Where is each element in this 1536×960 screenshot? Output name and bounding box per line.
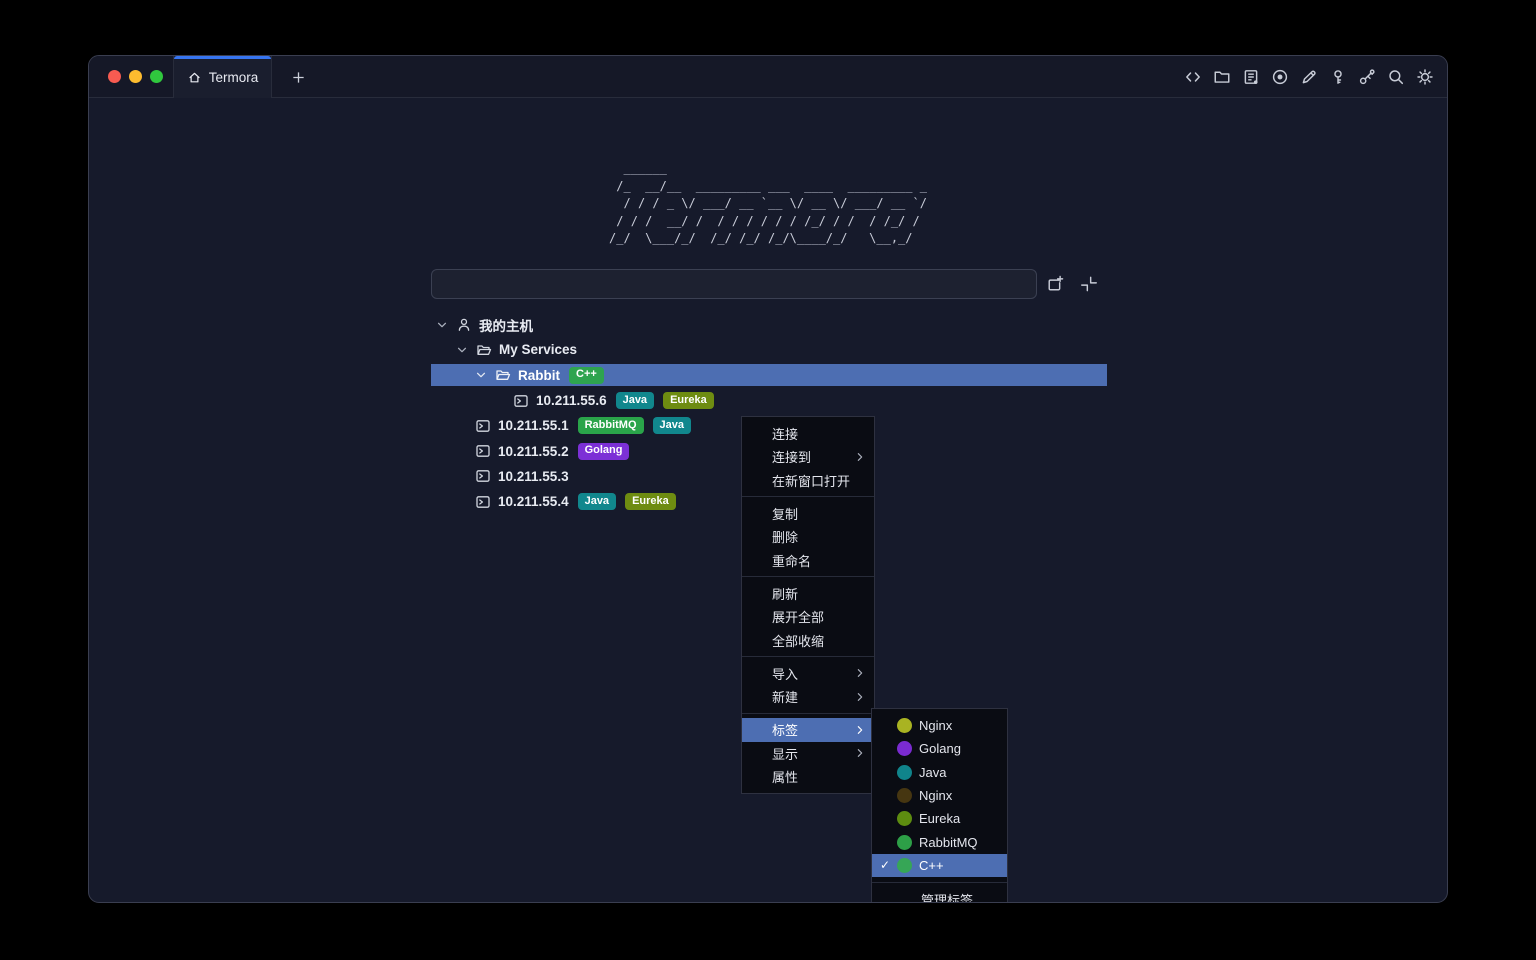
menu-item-tags[interactable]: 标签: [742, 718, 874, 741]
collapse-layout-icon[interactable]: [1078, 273, 1100, 295]
log-icon[interactable]: [1242, 68, 1260, 86]
terminal-icon: [474, 468, 491, 485]
tag-color-dot: [897, 811, 912, 826]
tab-label: Termora: [209, 70, 259, 85]
tree-item-label: 10.211.55.1: [498, 418, 569, 433]
tags-submenu: Nginx Golang Java Nginx Eureka Rabb: [871, 708, 1008, 903]
menu-separator: [742, 576, 874, 577]
tag-badge: Eureka: [625, 493, 676, 510]
keychain-icon[interactable]: [1358, 68, 1376, 86]
terminal-icon: [512, 392, 529, 409]
chevron-down-icon[interactable]: [435, 318, 449, 332]
menu-item-display[interactable]: 显示: [742, 742, 874, 765]
user-icon: [455, 316, 472, 333]
menu-item-connect[interactable]: 连接: [742, 422, 874, 445]
folder-icon[interactable]: [1213, 68, 1231, 86]
record-icon[interactable]: [1271, 68, 1289, 86]
chevron-right-icon: [855, 452, 865, 462]
tree-item-my-services[interactable]: My Services: [89, 337, 1447, 362]
edit-icon[interactable]: [1300, 68, 1318, 86]
tree-item-label: My Services: [499, 342, 577, 357]
tag-color-dot: [897, 741, 912, 756]
tag-badge: Java: [578, 493, 616, 510]
tag-color-dot: [897, 765, 912, 780]
menu-item-new[interactable]: 新建: [742, 685, 874, 708]
settings-icon[interactable]: [1416, 68, 1434, 86]
menu-item-manage-tags[interactable]: 管理标签: [872, 887, 1007, 903]
tag-badge: C++: [569, 367, 604, 384]
toolbar: [1184, 56, 1434, 98]
menu-item-import[interactable]: 导入: [742, 662, 874, 685]
menu-item-copy[interactable]: 复制: [742, 502, 874, 525]
tree-item-label: 10.211.55.3: [498, 469, 569, 484]
ascii-logo: ______ /_ __/__ _________ ___ ____ _____…: [609, 160, 927, 248]
close-window-button[interactable]: [108, 70, 121, 83]
tag-option-java[interactable]: Java: [872, 761, 1007, 784]
menu-item-delete[interactable]: 删除: [742, 525, 874, 548]
tree-item-host-10-211-55-6[interactable]: 10.211.55.6 Java Eureka: [89, 388, 1447, 413]
tree-item-label: Rabbit: [518, 368, 560, 383]
home-icon: [187, 70, 202, 85]
active-tab-accent: [174, 56, 271, 59]
termora-window: Termora: [88, 55, 1448, 903]
open-folder-icon: [494, 367, 511, 384]
chevron-right-icon: [855, 692, 865, 702]
tag-badge: Golang: [578, 443, 630, 460]
code-icon[interactable]: [1184, 68, 1202, 86]
tag-option-rabbitmq[interactable]: RabbitMQ: [872, 830, 1007, 853]
add-host-icon[interactable]: [1044, 273, 1066, 295]
tag-color-dot: [897, 835, 912, 850]
tag-option-eureka[interactable]: Eureka: [872, 807, 1007, 830]
host-filter-input[interactable]: [431, 269, 1037, 299]
new-tab-button[interactable]: [286, 65, 310, 89]
tag-color-dot: [897, 718, 912, 733]
tag-badge: Java: [616, 392, 654, 409]
tag-badge: Eureka: [663, 392, 714, 409]
menu-separator: [742, 496, 874, 497]
menu-item-open-in-new-window[interactable]: 在新窗口打开: [742, 469, 874, 492]
main-content: ______ /_ __/__ _________ ___ ____ _____…: [89, 98, 1447, 902]
tag-option-nginx-1[interactable]: Nginx: [872, 714, 1007, 737]
open-folder-icon: [475, 341, 492, 358]
tree-item-label: 我的主机: [479, 315, 533, 335]
tab-bar: Termora: [89, 56, 1447, 98]
tree-item-label: 10.211.55.2: [498, 444, 569, 459]
tag-badge: RabbitMQ: [578, 417, 644, 434]
chevron-right-icon: [855, 748, 865, 758]
menu-separator: [742, 656, 874, 657]
tree-item-rabbit[interactable]: Rabbit C++: [89, 363, 1447, 388]
menu-separator: [742, 713, 874, 714]
check-icon: ✓: [880, 858, 897, 872]
traffic-lights: [108, 70, 163, 83]
menu-item-connect-to[interactable]: 连接到: [742, 445, 874, 468]
key-icon[interactable]: [1329, 68, 1347, 86]
terminal-icon: [474, 417, 491, 434]
chevron-right-icon: [855, 725, 865, 735]
chevron-down-icon[interactable]: [455, 343, 469, 357]
zoom-window-button[interactable]: [150, 70, 163, 83]
terminal-icon: [474, 443, 491, 460]
context-menu: 连接 连接到 在新窗口打开 复制 删除 重命名 刷新 展开全部 全部收缩 导入 …: [741, 416, 875, 794]
tag-option-cpp[interactable]: ✓ C++: [872, 854, 1007, 877]
menu-separator: [872, 882, 1007, 883]
tree-item-label: 10.211.55.4: [498, 494, 569, 509]
chevron-down-icon[interactable]: [474, 368, 488, 382]
minimize-window-button[interactable]: [129, 70, 142, 83]
menu-item-expand-all[interactable]: 展开全部: [742, 605, 874, 628]
menu-item-properties[interactable]: 属性: [742, 765, 874, 788]
menu-item-collapse-all[interactable]: 全部收缩: [742, 628, 874, 651]
search-icon[interactable]: [1387, 68, 1405, 86]
tag-option-nginx-2[interactable]: Nginx: [872, 784, 1007, 807]
tag-badge: Java: [653, 417, 691, 434]
tree-item-label: 10.211.55.6: [536, 393, 607, 408]
tree-item-my-hosts[interactable]: 我的主机: [89, 312, 1447, 337]
menu-item-rename[interactable]: 重命名: [742, 548, 874, 571]
terminal-icon: [474, 493, 491, 510]
tag-color-dot: [897, 788, 912, 803]
tab-termora[interactable]: Termora: [173, 56, 272, 98]
tag-color-dot: [897, 858, 912, 873]
menu-item-refresh[interactable]: 刷新: [742, 582, 874, 605]
chevron-right-icon: [855, 668, 865, 678]
tag-option-golang[interactable]: Golang: [872, 737, 1007, 760]
